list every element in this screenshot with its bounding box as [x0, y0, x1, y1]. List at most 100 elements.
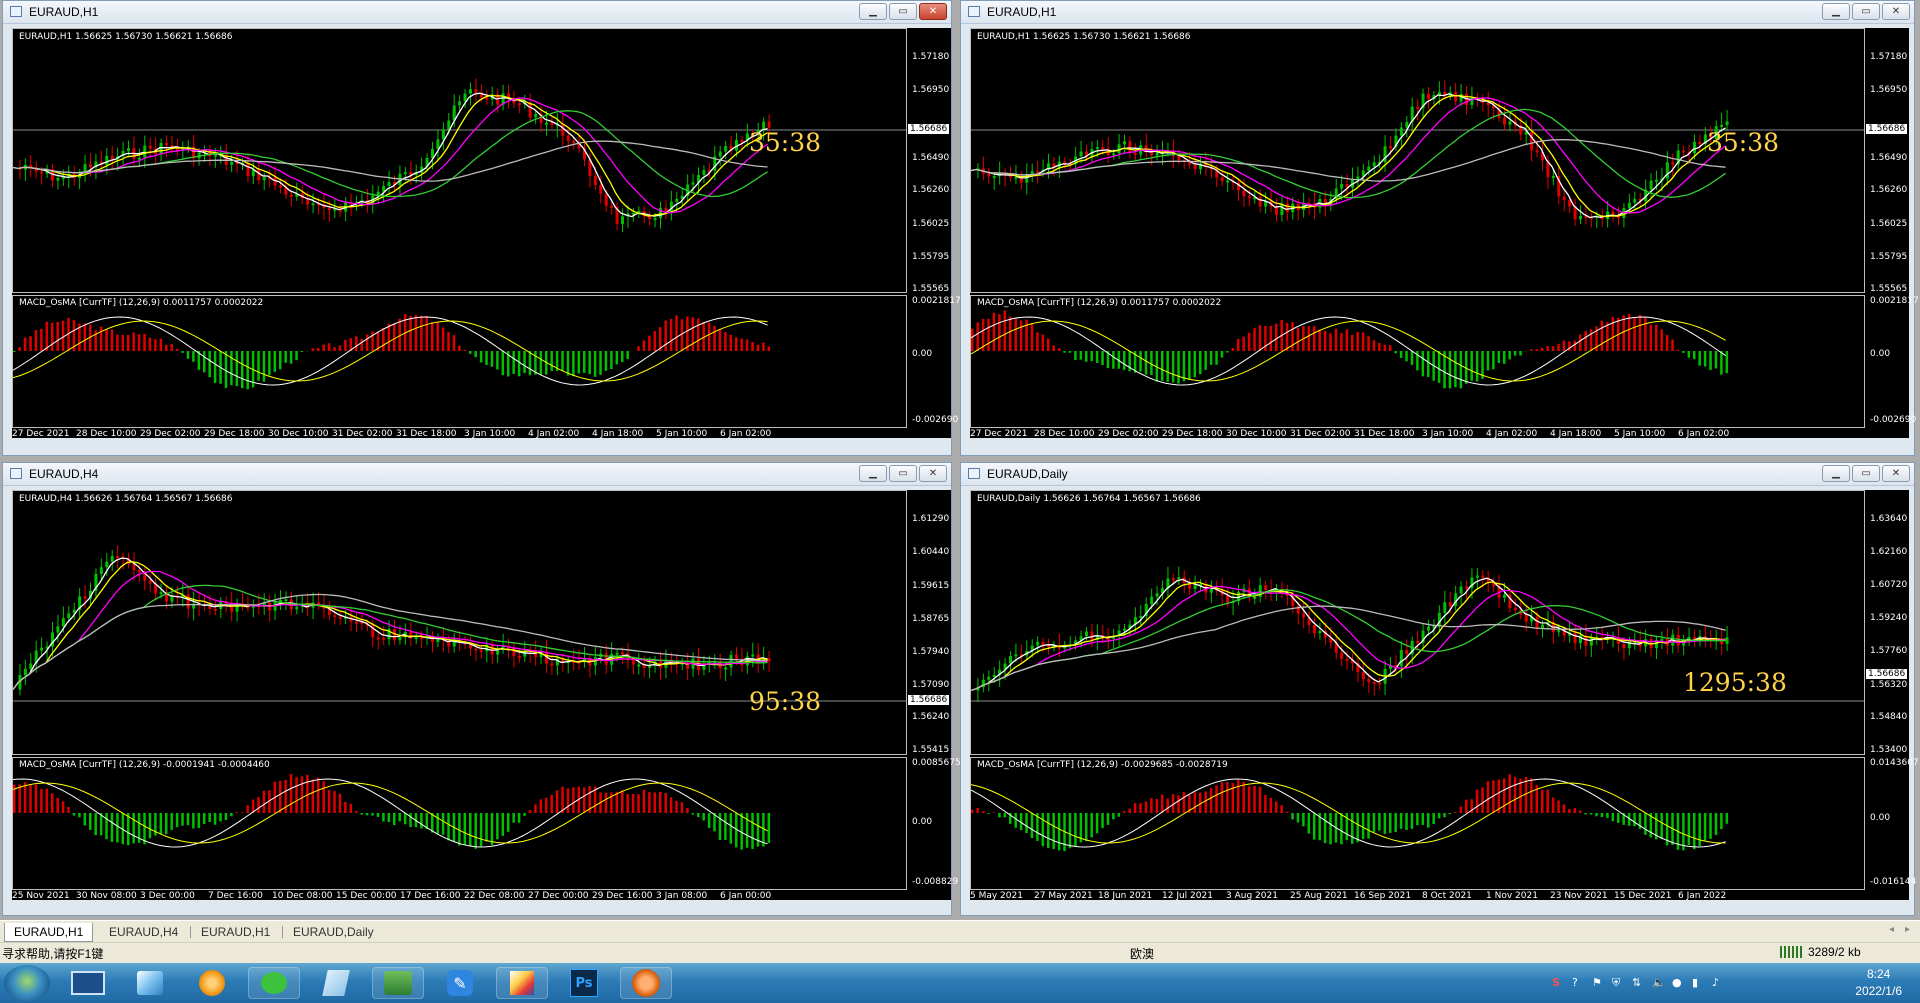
chart-window-euraud-daily[interactable]: EURAUD,Daily ▁ ▭ ✕ EURAUD,Daily 1.56626 …: [960, 462, 1919, 916]
tray-shield-icon[interactable]: ⛨: [1612, 976, 1620, 990]
candle-body: [474, 648, 478, 651]
window-titlebar[interactable]: EURAUD,H1 ▁ ▭ ✕: [3, 1, 951, 24]
time-axis[interactable]: 25 Nov 2021 30 Nov 08:00 3 Dec 00:00 7 D…: [12, 890, 951, 902]
start-button-icon[interactable]: [4, 965, 50, 1001]
macd-histogram-bar: [1329, 333, 1332, 351]
macd-pane[interactable]: MACD_OsMA [CurrTF] (12,26,9) -0.0001941 …: [12, 757, 907, 890]
taskbar-notes-icon[interactable]: [310, 967, 362, 999]
close-button[interactable]: ✕: [919, 3, 947, 20]
maximize-button[interactable]: ▭: [1852, 465, 1880, 482]
macd-histogram-bar: [137, 334, 141, 351]
taskbar-desktop-icon[interactable]: [62, 967, 114, 999]
macd-pane[interactable]: MACD_OsMA [CurrTF] (12,26,9) -0.0029685 …: [970, 757, 1865, 890]
tab-euraud-h1-2[interactable]: EURAUD,H1: [192, 923, 279, 941]
macd-histogram-bar: [61, 320, 65, 351]
candle-body: [1589, 637, 1593, 646]
macd-histogram-bar: [1557, 343, 1560, 351]
status-profile[interactable]: 欧澳: [1130, 945, 1154, 962]
macd-histogram-bar: [998, 813, 1001, 818]
taskbar-app-game-icon[interactable]: [372, 967, 424, 999]
price-tick: 1.53400: [1870, 745, 1908, 755]
macd-histogram-bar: [767, 346, 771, 351]
tray-volume-icon[interactable]: 🔈: [1652, 976, 1666, 989]
macd-scale[interactable]: 0.0085675 0.00 -0.008829: [908, 757, 961, 890]
taskbar-wechat-icon[interactable]: [248, 967, 300, 999]
tray-speaker-icon[interactable]: ♪: [1712, 976, 1719, 989]
tray-wechat-icon[interactable]: ●: [1672, 976, 1682, 989]
tab-euraud-h4[interactable]: EURAUD,H4: [100, 923, 187, 941]
close-button[interactable]: ✕: [1882, 3, 1910, 20]
close-button[interactable]: ✕: [919, 465, 947, 482]
tab-euraud-daily[interactable]: EURAUD,Daily: [284, 923, 383, 941]
tray-sogou-icon[interactable]: S: [1552, 976, 1560, 989]
time-axis[interactable]: 5 May 2021 27 May 2021 18 Jun 2021 12 Ju…: [970, 890, 1909, 902]
tabs-scroll-left-icon[interactable]: ◂: [1889, 924, 1894, 935]
taskbar-paint-icon[interactable]: [496, 967, 548, 999]
macd-histogram-bar: [648, 792, 651, 813]
macd-pane[interactable]: MACD_OsMA [CurrTF] (12,26,9) 0.0011757 0…: [12, 295, 907, 428]
close-button[interactable]: ✕: [1882, 465, 1910, 482]
minimize-button[interactable]: ▁: [859, 465, 887, 482]
tray-network-icon[interactable]: ⇅: [1632, 976, 1641, 989]
macd-histogram-bar: [436, 813, 439, 834]
minimize-button[interactable]: ▁: [1822, 465, 1850, 482]
macd-histogram-bar: [165, 813, 168, 835]
tray-flag-icon[interactable]: ⚑: [1592, 976, 1602, 989]
chart-area[interactable]: EURAUD,H1 1.56625 1.56730 1.56621 1.5668…: [970, 28, 1919, 440]
price-pane[interactable]: EURAUD,H1 1.56625 1.56730 1.56621 1.5668…: [970, 28, 1865, 293]
macd-histogram-bar: [1085, 351, 1088, 362]
window-titlebar[interactable]: EURAUD,H1 ▁ ▭ ✕: [961, 1, 1914, 24]
price-scale[interactable]: 1.57180 1.56950 1.56686 1.56490 1.56260 …: [1866, 28, 1909, 294]
chart-window-euraud-h1[interactable]: EURAUD,H1 ▁ ▭ ✕ EURAUD,H1 1.56625 1.5673…: [2, 0, 961, 456]
chart-area[interactable]: EURAUD,H4 1.56626 1.56764 1.56567 1.5668…: [12, 490, 961, 902]
macd-histogram-bar: [631, 793, 635, 813]
price-scale[interactable]: 1.61290 1.60440 1.59615 1.58765 1.57940 …: [908, 490, 951, 755]
window-titlebar[interactable]: EURAUD,Daily ▁ ▭ ✕: [961, 463, 1914, 486]
price-pane[interactable]: EURAUD,H1 1.56625 1.56730 1.56621 1.5668…: [12, 28, 907, 293]
tab-euraud-h1[interactable]: EURAUD,H1: [4, 923, 94, 942]
macd-scale[interactable]: 0.0021817 0.00 -0.002690: [1866, 295, 1919, 428]
macd-histogram-bar: [1546, 789, 1549, 813]
macd-histogram-bar: [501, 813, 505, 836]
price-scale[interactable]: 1.57180 1.56950 1.56686 1.56490 1.56260 …: [908, 28, 951, 294]
macd-histogram-bar: [566, 788, 570, 813]
macd-pane[interactable]: MACD_OsMA [CurrTF] (12,26,9) 0.0011757 0…: [970, 295, 1865, 428]
candle-body: [1454, 92, 1458, 102]
window-titlebar[interactable]: EURAUD,H4 ▁ ▭ ✕: [3, 463, 951, 486]
taskbar-mt4-icon[interactable]: [620, 967, 672, 999]
maximize-button[interactable]: ▭: [1852, 3, 1880, 20]
macd-histogram-bar: [642, 789, 646, 813]
price-pane[interactable]: EURAUD,H4 1.56626 1.56764 1.56567 1.5668…: [12, 490, 907, 755]
macd-scale[interactable]: 0.0021817 0.00 -0.002690: [908, 295, 961, 428]
macd-histogram-bar: [1220, 782, 1224, 813]
chart-area[interactable]: EURAUD,H1 1.56625 1.56730 1.56621 1.5668…: [12, 28, 961, 440]
chart-area[interactable]: EURAUD,Daily 1.56626 1.56764 1.56567 1.5…: [970, 490, 1919, 902]
taskbar-browser-icon[interactable]: [186, 967, 238, 999]
macd-histogram-bar: [1660, 813, 1663, 839]
price-scale[interactable]: 1.63640 1.62160 1.60720 1.59240 1.57760 …: [1866, 490, 1909, 755]
minimize-button[interactable]: ▁: [859, 3, 887, 20]
candle-body: [1475, 575, 1479, 578]
tabs-scroll-right-icon[interactable]: ▸: [1905, 924, 1910, 935]
tray-clock[interactable]: 8:24 2022/1/6: [1855, 966, 1902, 1000]
maximize-button[interactable]: ▭: [889, 3, 917, 20]
macd-histogram-bar: [485, 813, 488, 842]
chart-window-euraud-h4[interactable]: EURAUD,H4 ▁ ▭ ✕ EURAUD,H4 1.56626 1.5676…: [2, 462, 961, 916]
minimize-button[interactable]: ▁: [1822, 3, 1850, 20]
maximize-button[interactable]: ▭: [889, 465, 917, 482]
time-axis[interactable]: 27 Dec 2021 28 Dec 10:00 29 Dec 02:00 29…: [970, 428, 1909, 440]
candle-body: [56, 178, 60, 181]
tray-signal-icon[interactable]: ▮: [1692, 976, 1698, 989]
tray-help-icon[interactable]: ?: [1572, 976, 1578, 989]
time-axis[interactable]: 27 Dec 2021 28 Dec 10:00 29 Dec 02:00 29…: [12, 428, 951, 440]
taskbar-pen-icon[interactable]: ✎: [434, 967, 486, 999]
chart-window-euraud-h1-2[interactable]: EURAUD,H1 ▁ ▭ ✕ EURAUD,H1 1.56625 1.5673…: [960, 0, 1919, 456]
taskbar-control-panel-icon[interactable]: [124, 967, 176, 999]
price-pane[interactable]: EURAUD,Daily 1.56626 1.56764 1.56567 1.5…: [970, 490, 1865, 755]
time-tick: 4 Jan 18:00: [592, 429, 644, 439]
candle-body: [631, 660, 635, 665]
macd-histogram-bar: [1481, 787, 1484, 813]
taskbar-photoshop-icon[interactable]: Ps: [558, 967, 610, 999]
macd-histogram-bar: [1302, 813, 1305, 827]
macd-scale[interactable]: 0.0143607 0.00 -0.016144: [1866, 757, 1919, 890]
